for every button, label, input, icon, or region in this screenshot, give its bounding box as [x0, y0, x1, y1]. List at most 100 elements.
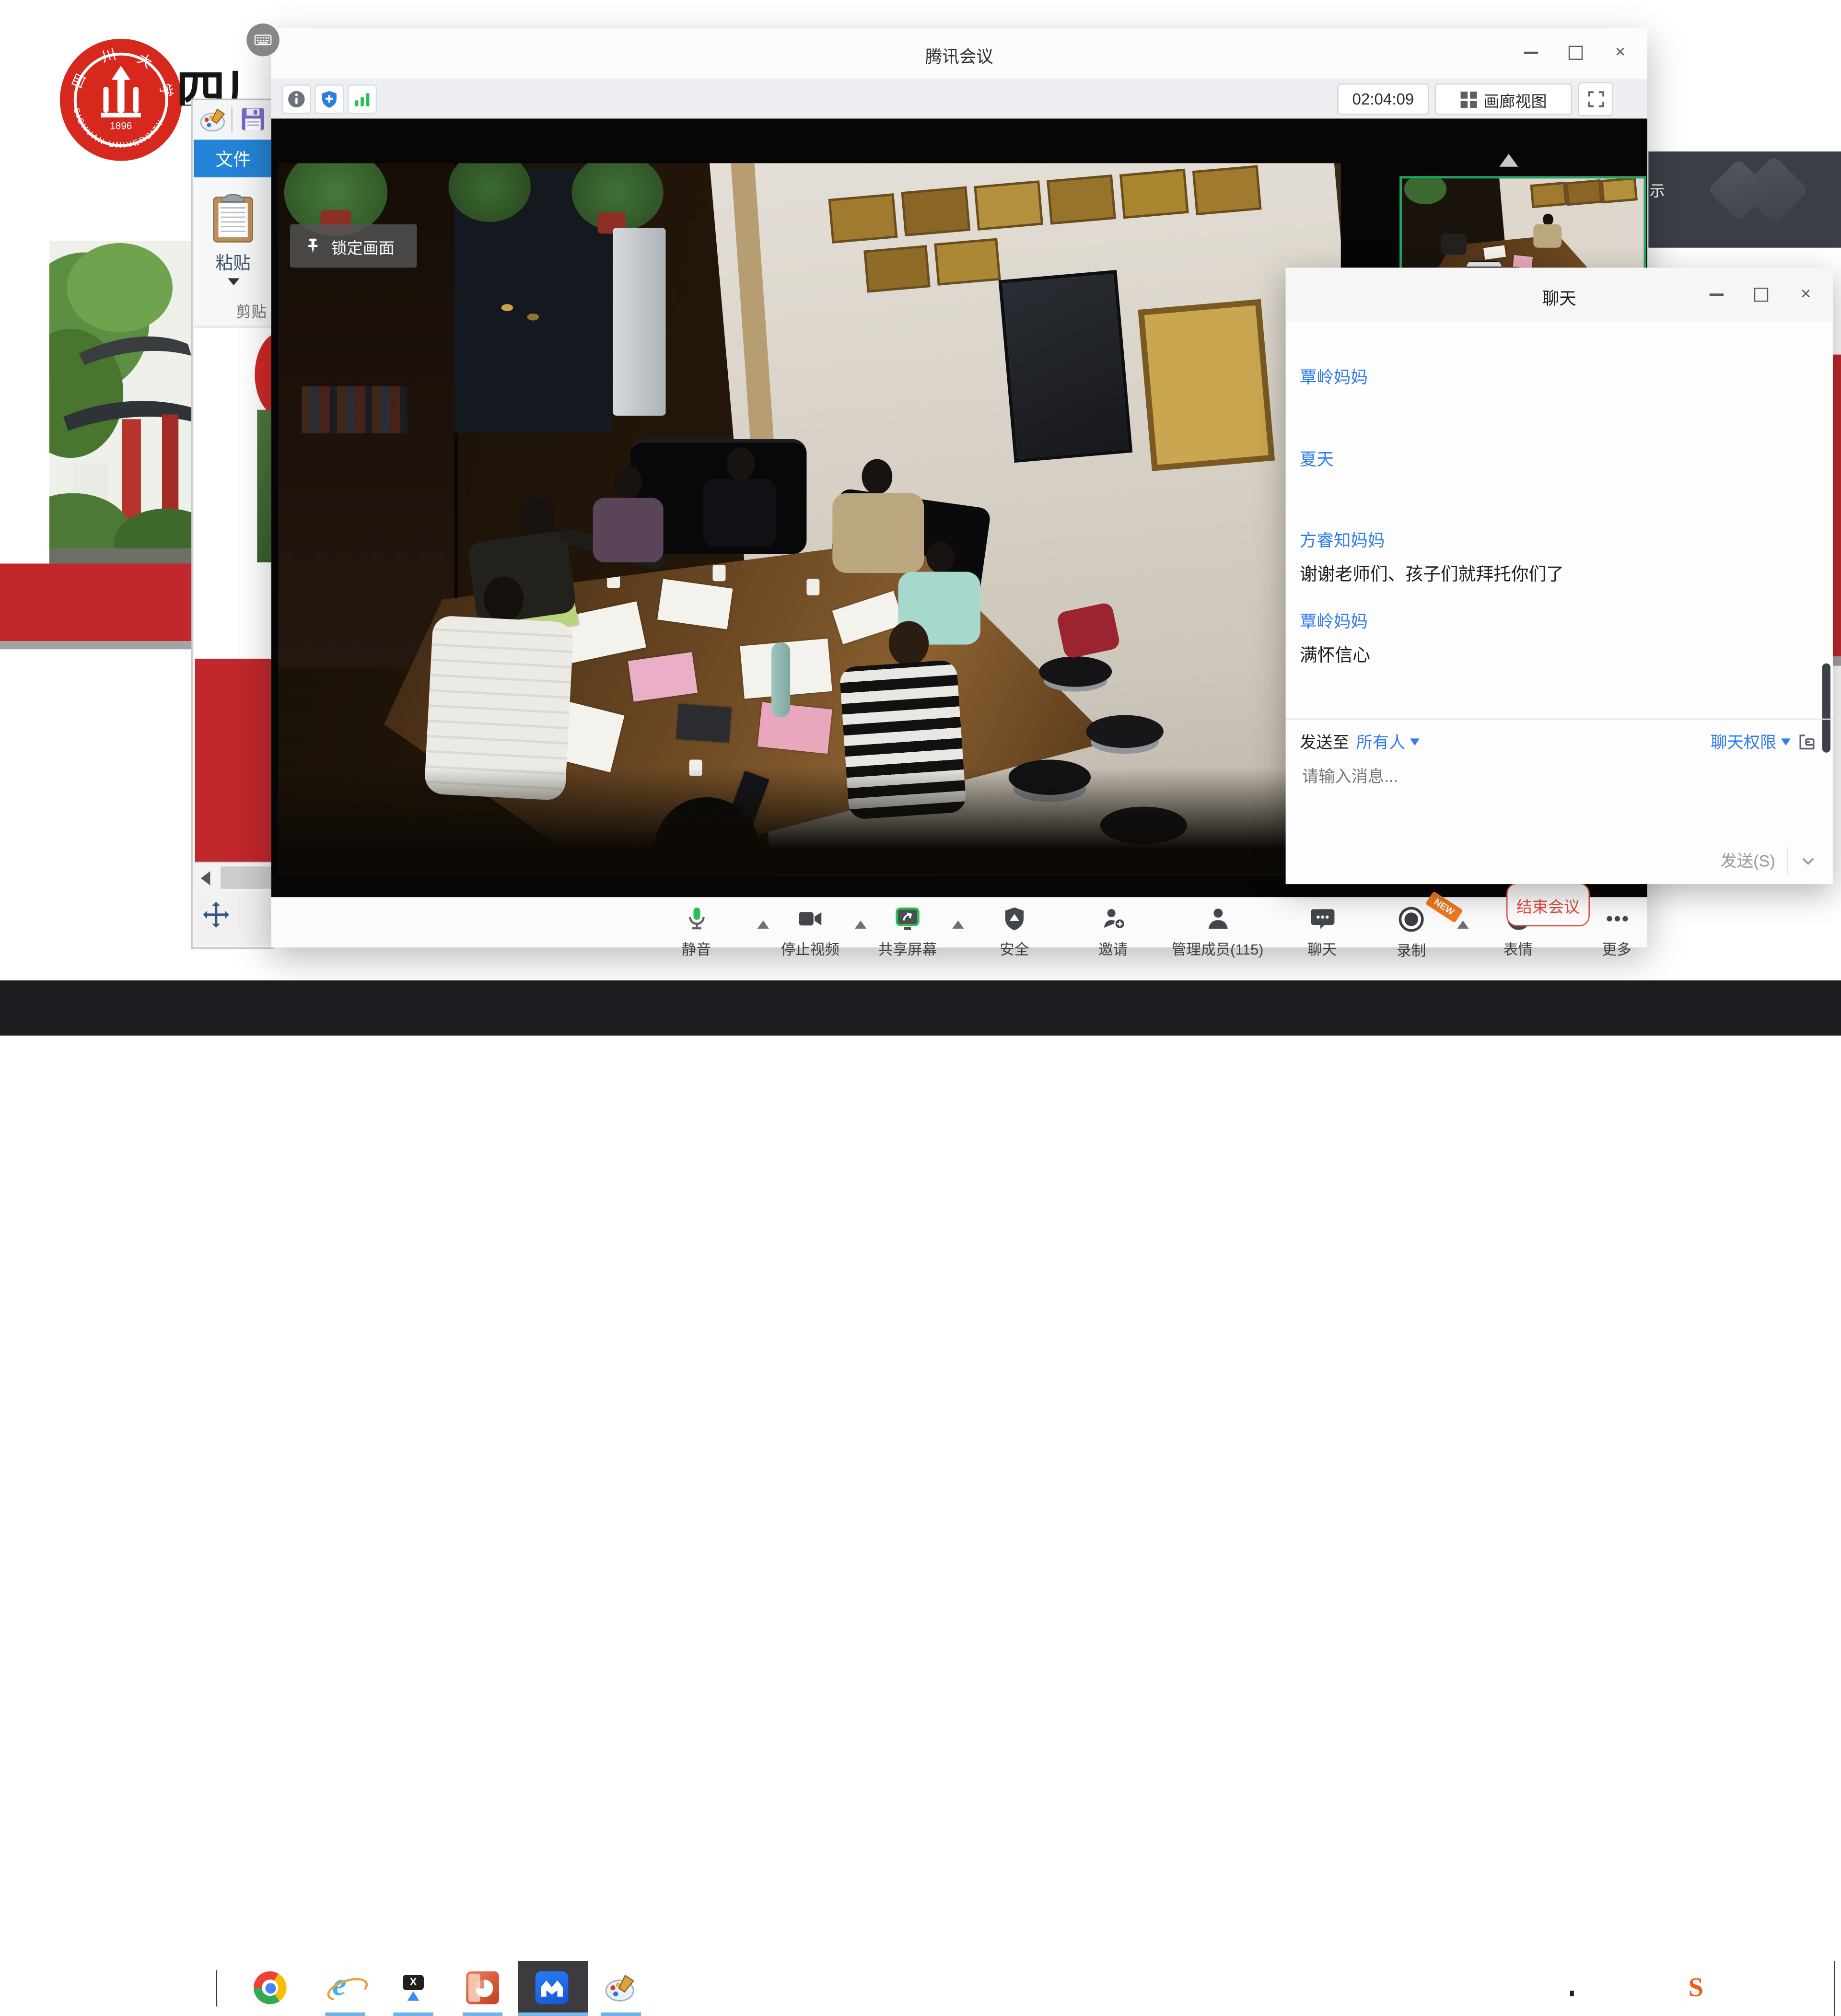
qat-divider: [231, 107, 232, 133]
chat-title-bar[interactable]: 聊天 ×: [1286, 268, 1833, 322]
close-button[interactable]: ×: [1603, 37, 1638, 68]
desktop-manage-label[interactable]: 桌面管理: [1397, 1981, 1451, 1999]
pin-icon: [304, 237, 322, 255]
running-indicator: [601, 2013, 641, 2016]
meeting-info-button[interactable]: [282, 84, 311, 114]
touch-keyboard-icon[interactable]: [1600, 1979, 1624, 2000]
person-torso: [467, 530, 577, 626]
scrollbar-thumb[interactable]: [221, 866, 273, 889]
search-icon[interactable]: [93, 1977, 116, 2001]
wall-plaque: [901, 186, 970, 236]
person-head: [614, 466, 642, 499]
task-view-icon[interactable]: [162, 1977, 186, 2001]
info-icon: [288, 91, 305, 108]
popout-icon[interactable]: [1797, 733, 1816, 751]
active-indicator: [518, 2013, 588, 2016]
clock-date: 2020/9/18: [1733, 1987, 1815, 2005]
gallery-view-label: 画廊视图: [1483, 87, 1547, 111]
chat-message-sender: 方睿知妈妈: [1300, 527, 1385, 552]
floating-keyboard-button[interactable]: [246, 23, 280, 57]
paint-h-scrollbar[interactable]: [194, 862, 274, 894]
chat-close-button[interactable]: ×: [1788, 280, 1823, 310]
tencent-meeting-taskbar-cell[interactable]: [518, 1961, 588, 2016]
taskbar-separator: [216, 1970, 217, 2006]
background-window-bar: 示;: [1648, 151, 1841, 248]
members-icon: [1204, 905, 1231, 932]
powerpoint-icon[interactable]: [466, 1971, 499, 2004]
keyboard-float-icon: [254, 31, 272, 49]
ime-indicator[interactable]: 中: [1648, 1977, 1666, 2002]
send-divider: [1787, 847, 1788, 875]
network-icon[interactable]: [1554, 1979, 1575, 2000]
video-feed: [278, 163, 1340, 876]
clock-time: 20:22: [1733, 1968, 1815, 1986]
send-button-group: 发送(S): [1721, 845, 1817, 876]
meeting-title-bar[interactable]: 腾讯会议 ×: [271, 28, 1647, 80]
chat-message-sender: 夏天: [1300, 446, 1334, 471]
fullscreen-button[interactable]: [1578, 82, 1613, 116]
sogou-icon[interactable]: S: [1689, 1972, 1717, 2001]
volume-icon[interactable]: [1507, 1979, 1528, 2000]
bottle: [771, 642, 790, 718]
chat-input[interactable]: [1300, 758, 1809, 793]
chat-minimize-button[interactable]: [1699, 280, 1734, 310]
show-desktop-button[interactable]: [1834, 1961, 1841, 2016]
paint-paste-button[interactable]: 粘贴: [194, 250, 272, 275]
clipboard-icon[interactable]: [211, 191, 255, 244]
scroll-left-icon[interactable]: [201, 871, 210, 885]
red-banner-left: [0, 564, 197, 641]
ie-orbit: [325, 1973, 371, 2005]
move-cursor-icon: [201, 900, 232, 931]
chat-maximize-button[interactable]: [1744, 280, 1779, 310]
desktop: 四 川 大 学 SICHUAN UNIVERSITY 1896 四川: [0, 0, 1841, 1036]
start-button[interactable]: [18, 1979, 39, 2000]
person-head: [519, 498, 554, 537]
camera-icon: [796, 905, 824, 932]
invite-label: 邀请: [1098, 937, 1128, 959]
meeting-health-button[interactable]: [315, 84, 344, 114]
signal-bars-icon: [353, 91, 371, 108]
xapp-arrow: [408, 1991, 419, 2001]
person-torso: [703, 479, 776, 547]
gallery-view-button[interactable]: 画廊视图: [1435, 83, 1573, 115]
chat-permission-selector[interactable]: 聊天权限: [1711, 730, 1776, 754]
end-meeting-button[interactable]: 结束会议: [1506, 883, 1590, 927]
meeting-network-button[interactable]: [348, 84, 377, 114]
send-to-row: 发送至 所有人: [1300, 728, 1420, 756]
more-label: 更多: [1602, 937, 1631, 959]
send-button[interactable]: 发送(S): [1721, 849, 1775, 873]
collapse-triangle-icon[interactable]: [1499, 154, 1518, 167]
paint-taskbar-icon[interactable]: [605, 1971, 638, 2004]
minimize-button[interactable]: [1514, 37, 1549, 68]
send-to-selector[interactable]: 所有人: [1356, 730, 1406, 754]
paint-file-menu[interactable]: 文件: [194, 140, 272, 177]
cup: [607, 572, 620, 588]
chrome-icon[interactable]: [254, 1971, 287, 2004]
lock-view-button[interactable]: 锁定画面: [290, 224, 417, 268]
stool: [1086, 715, 1164, 748]
person-head: [889, 621, 929, 666]
clipped-text-fragment: 示;: [1650, 182, 1664, 217]
notebook: [676, 704, 732, 743]
chat-scrollbar[interactable]: [1822, 664, 1830, 753]
paint-canvas[interactable]: [194, 327, 274, 862]
canvas-red-block: [195, 659, 274, 862]
mute-button[interactable]: 静音: [632, 905, 761, 959]
xapp-icon[interactable]: X: [397, 1971, 430, 2004]
ghost-logo-diamond: [1739, 155, 1809, 225]
meeting-title: 腾讯会议: [271, 44, 1647, 68]
clock[interactable]: 20:22 2020/9/18: [1733, 1968, 1815, 2005]
paste-dropdown-caret[interactable]: [228, 278, 239, 285]
send-chevron-icon[interactable]: [1800, 852, 1816, 869]
maximize-button[interactable]: [1558, 37, 1593, 68]
stop-video-label: 停止视频: [781, 937, 839, 959]
paint-palette-icon[interactable]: [199, 107, 228, 133]
save-floppy-icon[interactable]: [241, 107, 265, 131]
ie-icon[interactable]: e: [329, 1971, 362, 2004]
send-to-caret-icon[interactable]: [1410, 738, 1420, 746]
chat-permission-caret-icon[interactable]: [1781, 738, 1791, 746]
chevron-up-icon[interactable]: [1464, 1981, 1480, 1997]
chat-footer-divider: [1286, 719, 1833, 720]
stool: [1039, 656, 1112, 687]
manage-members-label: 管理成员(115): [1172, 937, 1264, 959]
